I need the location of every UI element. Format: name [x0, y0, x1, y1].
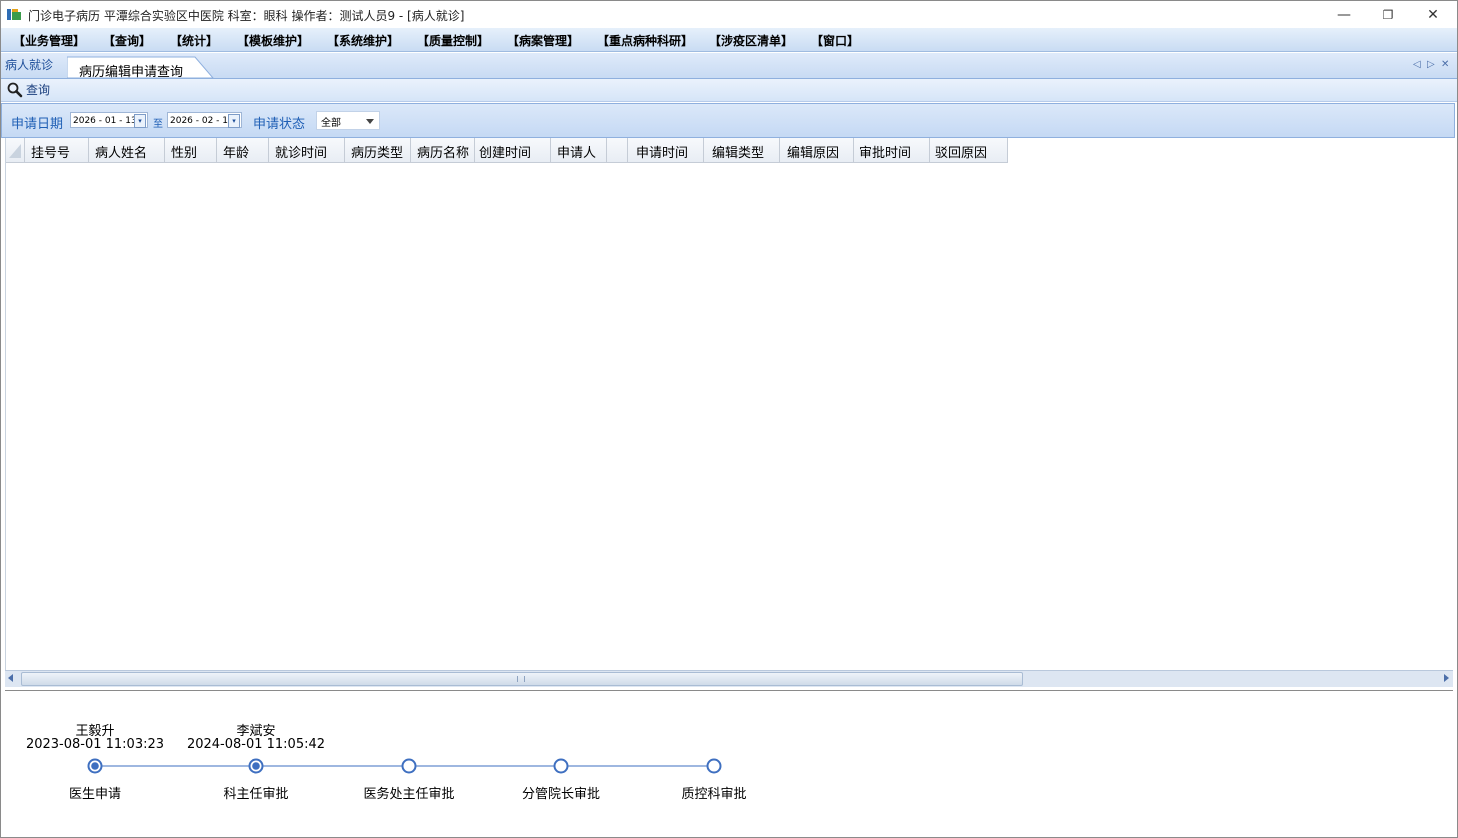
col-label: 病历名称	[417, 146, 470, 161]
col-applicant[interactable]: 申请人	[551, 138, 607, 162]
step-node-filled	[252, 762, 260, 770]
tab-scroll-left-icon[interactable]: ◁	[1413, 59, 1421, 70]
chevron-down-icon[interactable]: ▾	[134, 114, 146, 128]
scroll-left-icon[interactable]	[8, 674, 13, 682]
menu-statistics[interactable]: 【统计】	[170, 32, 218, 49]
col-reject-reason[interactable]: 驳回原因	[930, 138, 1008, 162]
chevron-down-icon	[366, 119, 374, 124]
results-grid[interactable]: 挂号号 病人姓名 性别 年龄 就诊时间 病历类型 病历名称 创建时间 申请人 申…	[5, 138, 1456, 670]
status-select-value: 全部	[321, 118, 341, 129]
step-label: 医生申请	[68, 787, 121, 802]
filter-bar: 申请日期 2026 - 01 - 13 ▾ 至 2026 - 02 - 12 ▾…	[1, 103, 1455, 138]
step-label: 科主任审批	[223, 787, 289, 802]
apply-date-label: 申请日期	[11, 117, 64, 132]
step-label: 分管院长审批	[521, 787, 600, 802]
date-to-label: 至	[153, 119, 163, 130]
col-spacer[interactable]	[607, 138, 628, 162]
col-approve-time[interactable]: 审批时间	[854, 138, 930, 162]
col-label: 性别	[171, 146, 198, 161]
col-label: 病人姓名	[95, 146, 148, 161]
query-button[interactable]: 查询	[7, 81, 50, 98]
window-title: 门诊电子病历 平潭综合实验区中医院 科室：眼科 操作者：测试人员9 - [病人就…	[28, 9, 465, 23]
col-label: 病历类型	[351, 146, 404, 161]
menu-business[interactable]: 【业务管理】	[13, 32, 85, 49]
menu-records[interactable]: 【病案管理】	[507, 32, 579, 49]
col-label: 就诊时间	[275, 146, 328, 161]
toolbar: 查询	[1, 79, 1457, 102]
tab-record-edit-query[interactable]: 病历编辑申请查询	[67, 55, 215, 80]
col-edit-reason[interactable]: 编辑原因	[780, 138, 854, 162]
col-label: 创建时间	[479, 146, 532, 161]
scrollbar-thumb[interactable]	[21, 672, 1023, 686]
approval-workflow-panel: 医生申请 王毅升 2023-08-01 11:03:23 科主任审批 李斌安 2024-0…	[5, 690, 1453, 835]
step-node	[553, 758, 569, 774]
col-label: 编辑原因	[787, 146, 840, 161]
col-apply-time[interactable]: 申请时间	[628, 138, 704, 162]
close-button[interactable]: ✕	[1413, 4, 1453, 26]
menu-system[interactable]: 【系统维护】	[327, 32, 399, 49]
col-label: 挂号号	[31, 146, 71, 161]
col-label: 驳回原因	[935, 146, 988, 161]
col-label: 编辑类型	[712, 146, 765, 161]
col-record-type[interactable]: 病历类型	[345, 138, 411, 162]
col-create-time[interactable]: 创建时间	[475, 138, 551, 162]
scroll-right-icon[interactable]	[1444, 674, 1449, 682]
chevron-down-icon[interactable]: ▾	[228, 114, 240, 128]
menu-research[interactable]: 【重点病种科研】	[597, 32, 693, 49]
menu-template[interactable]: 【模板维护】	[237, 32, 309, 49]
step-time: 2024-08-01 11:05:42	[186, 737, 326, 752]
col-visit-time[interactable]: 就诊时间	[269, 138, 345, 162]
tab-close-icon[interactable]: ✕	[1441, 59, 1449, 70]
title-bar: 门诊电子病历 平潭综合实验区中医院 科室：眼科 操作者：测试人员9 - [病人就…	[1, 1, 1457, 27]
workflow-track	[87, 758, 722, 774]
app-window: 门诊电子病历 平潭综合实验区中医院 科室：眼科 操作者：测试人员9 - [病人就…	[0, 0, 1458, 838]
step-time: 2023-08-01 11:03:23	[25, 737, 165, 752]
tab-scroll-right-icon[interactable]: ▷	[1427, 59, 1435, 70]
tab-record-edit-query-label: 病历编辑申请查询	[79, 65, 184, 80]
col-patient-name[interactable]: 病人姓名	[89, 138, 165, 162]
menu-quality[interactable]: 【质量控制】	[417, 32, 489, 49]
step-node	[401, 758, 417, 774]
col-label: 审批时间	[859, 146, 912, 161]
tab-patient-visit[interactable]: 病人就诊	[5, 56, 53, 73]
grid-corner[interactable]	[6, 138, 25, 162]
col-label: 申请人	[557, 146, 597, 161]
restore-button[interactable]: ❐	[1368, 4, 1408, 26]
step-label: 质控科审批	[681, 787, 747, 802]
col-gender[interactable]: 性别	[165, 138, 217, 162]
apply-status-label: 申请状态	[253, 117, 306, 132]
date-to-value: 2026 - 02 - 12	[170, 116, 234, 126]
status-select[interactable]: 全部	[316, 111, 380, 130]
col-label: 年龄	[223, 146, 250, 161]
col-age[interactable]: 年龄	[217, 138, 269, 162]
search-icon	[7, 82, 23, 97]
col-label: 申请时间	[636, 146, 689, 161]
col-register-no[interactable]: 挂号号	[25, 138, 89, 162]
grid-header: 挂号号 病人姓名 性别 年龄 就诊时间 病历类型 病历名称 创建时间 申请人 申…	[6, 138, 1008, 163]
menu-window[interactable]: 【窗口】	[811, 32, 859, 49]
query-button-label: 查询	[26, 83, 51, 97]
step-node	[706, 758, 722, 774]
grip-icon	[517, 676, 525, 682]
horizontal-scrollbar[interactable]	[5, 670, 1453, 687]
col-record-name[interactable]: 病历名称	[411, 138, 475, 162]
menu-epidemic[interactable]: 【涉疫区清单】	[709, 32, 793, 49]
tab-bar: 病人就诊 病历编辑申请查询 ◁ ▷ ✕	[1, 53, 1457, 80]
step-node-filled	[91, 762, 99, 770]
minimize-button[interactable]: —	[1324, 4, 1364, 26]
app-icon	[7, 9, 21, 20]
menu-bar: 【业务管理】 【查询】 【统计】 【模板维护】 【系统维护】 【质量控制】 【病…	[1, 28, 1457, 52]
menu-query[interactable]: 【查询】	[103, 32, 151, 49]
col-edit-type[interactable]: 编辑类型	[704, 138, 780, 162]
date-to-input[interactable]: 2026 - 02 - 12 ▾	[167, 112, 242, 128]
date-from-input[interactable]: 2026 - 01 - 13 ▾	[70, 112, 148, 128]
date-from-value: 2026 - 01 - 13	[73, 116, 137, 126]
step-label: 医务处主任审批	[363, 787, 455, 802]
